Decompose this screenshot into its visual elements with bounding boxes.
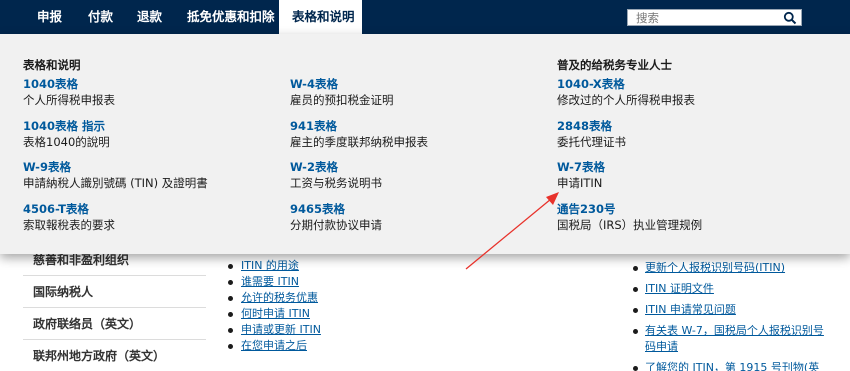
form-w7-link[interactable]: W-7表格 — [557, 160, 605, 175]
menu-entry: W-7表格 申请ITIN — [557, 160, 605, 191]
list-item: 更新个人报税识别号码(ITIN) — [633, 260, 833, 276]
form-w9-desc: 申請納稅人識別號碼 (TIN) 及證明書 — [23, 176, 208, 190]
list-item: ITIN 的用途 — [228, 258, 321, 274]
list-item: 有关表 W-7，国税局个人报税识别号码申请 — [633, 323, 833, 355]
background-related-links: 更新个人报税识别号码(ITIN) ITIN 证明文件 ITIN 申请常见问题 有… — [633, 260, 833, 371]
itin-purpose-link[interactable]: ITIN 的用途 — [241, 259, 299, 272]
form-1040x-desc: 修改过的个人所得税申报表 — [557, 93, 695, 107]
form-w4-link[interactable]: W-4表格 — [290, 77, 394, 92]
form-w9-link[interactable]: W-9表格 — [23, 160, 208, 175]
form-w2-link[interactable]: W-2表格 — [290, 160, 382, 175]
list-item: 允许的税务优惠 — [228, 290, 321, 306]
nav-credits-deductions[interactable]: 抵免优惠和扣除 — [187, 0, 275, 34]
sidebar-item-government-liaison[interactable]: 政府联络员（英文） — [23, 308, 206, 340]
list-item: ITIN 申请常见问题 — [633, 302, 833, 318]
who-needs-itin-link[interactable]: 谁需要 ITIN — [241, 275, 299, 288]
form-1040-desc: 个人所得税申报表 — [23, 93, 115, 107]
background-itin-links: ITIN 的用途 谁需要 ITIN 允许的税务优惠 何时申请 ITIN 申请或更… — [228, 258, 321, 354]
allowed-tax-benefits-link[interactable]: 允许的税务优惠 — [241, 291, 318, 304]
menu-entry: 9465表格 分期付款协议申请 — [290, 202, 382, 233]
form-1040-instructions-link[interactable]: 1040表格 指示 — [23, 119, 110, 134]
circular-230-link[interactable]: 通告230号 — [557, 202, 702, 217]
form-941-desc: 雇主的季度联邦纳税申报表 — [290, 135, 428, 149]
form-1040-instructions-desc: 表格1040的說明 — [23, 135, 110, 149]
form-2848-desc: 委托代理证书 — [557, 135, 626, 149]
publication-1915-link[interactable]: 了解您的 ITIN，第 1915 号刊物(英 — [645, 361, 819, 371]
tax-pros-heading: 普及的给税务专业人士 — [557, 58, 672, 72]
nav-forms-instructions[interactable]: 表格和说明 — [279, 0, 362, 34]
menu-entry: 1040表格 个人所得税申报表 — [23, 77, 115, 108]
list-item: 何时申请 ITIN — [228, 306, 321, 322]
renew-itin-link[interactable]: 更新个人报税识别号码(ITIN) — [645, 261, 785, 274]
menu-entry: 1040-X表格 修改过的个人所得税申报表 — [557, 77, 695, 108]
top-navigation: 申报 付款 退款 抵免优惠和扣除 表格和说明 — [0, 0, 850, 34]
about-form-w7-link[interactable]: 有关表 W-7，国税局个人报税识别号码申请 — [645, 324, 824, 353]
form-9465-desc: 分期付款协议申请 — [290, 218, 382, 232]
form-w4-desc: 雇员的预扣税金证明 — [290, 93, 394, 107]
menu-entry: 4506-T表格 索取報稅表的要求 — [23, 202, 115, 233]
form-w2-desc: 工资与税务说明书 — [290, 176, 382, 190]
apply-or-renew-link[interactable]: 申请或更新 ITIN — [241, 323, 321, 336]
search-box — [627, 9, 802, 26]
menu-entry: 1040表格 指示 表格1040的說明 — [23, 119, 110, 150]
form-4506t-desc: 索取報稅表的要求 — [23, 218, 115, 232]
when-to-apply-link[interactable]: 何时申请 ITIN — [241, 307, 310, 320]
menu-entry: W-2表格 工资与税务说明书 — [290, 160, 382, 191]
sidebar-item-federal-state-local[interactable]: 联邦州地方政府（英文） — [23, 340, 206, 371]
list-item: 申请或更新 ITIN — [228, 322, 321, 338]
after-applying-link[interactable]: 在您申请之后 — [241, 339, 307, 352]
sidebar-item-international[interactable]: 国际纳税人 — [23, 276, 206, 308]
menu-entry: W-9表格 申請納稅人識別號碼 (TIN) 及證明書 — [23, 160, 208, 191]
form-9465-link[interactable]: 9465表格 — [290, 202, 382, 217]
nav-pay[interactable]: 付款 — [88, 0, 113, 34]
menu-entry: 通告230号 国税局（IRS）执业管理规例 — [557, 202, 702, 233]
list-item: 了解您的 ITIN，第 1915 号刊物(英 — [633, 360, 833, 371]
form-2848-link[interactable]: 2848表格 — [557, 119, 626, 134]
forms-instructions-heading: 表格和说明 — [23, 58, 81, 72]
itin-faq-link[interactable]: ITIN 申请常见问题 — [645, 303, 736, 316]
form-1040x-link[interactable]: 1040-X表格 — [557, 77, 695, 92]
itin-documents-link[interactable]: ITIN 证明文件 — [645, 282, 714, 295]
menu-entry: 941表格 雇主的季度联邦纳税申报表 — [290, 119, 428, 150]
menu-entry: W-4表格 雇员的预扣税金证明 — [290, 77, 394, 108]
menu-entry: 2848表格 委托代理证书 — [557, 119, 626, 150]
forms-dropdown-menu: 表格和说明 1040表格 个人所得税申报表 1040表格 指示 表格1040的說… — [0, 34, 850, 254]
search-icon[interactable] — [783, 11, 797, 25]
background-sidebar: 慈善和非盈利组织 国际纳税人 政府联络员（英文） 联邦州地方政府（英文） — [23, 244, 206, 371]
list-item: 谁需要 ITIN — [228, 274, 321, 290]
form-w7-desc: 申请ITIN — [557, 176, 603, 190]
list-item: 在您申请之后 — [228, 338, 321, 354]
circular-230-desc: 国税局（IRS）执业管理规例 — [557, 218, 703, 232]
form-4506t-link[interactable]: 4506-T表格 — [23, 202, 115, 217]
form-1040-link[interactable]: 1040表格 — [23, 77, 115, 92]
nav-refunds[interactable]: 退款 — [137, 0, 162, 34]
list-item: ITIN 证明文件 — [633, 281, 833, 297]
search-input[interactable] — [628, 10, 780, 25]
nav-file[interactable]: 申报 — [37, 0, 62, 34]
form-941-link[interactable]: 941表格 — [290, 119, 428, 134]
